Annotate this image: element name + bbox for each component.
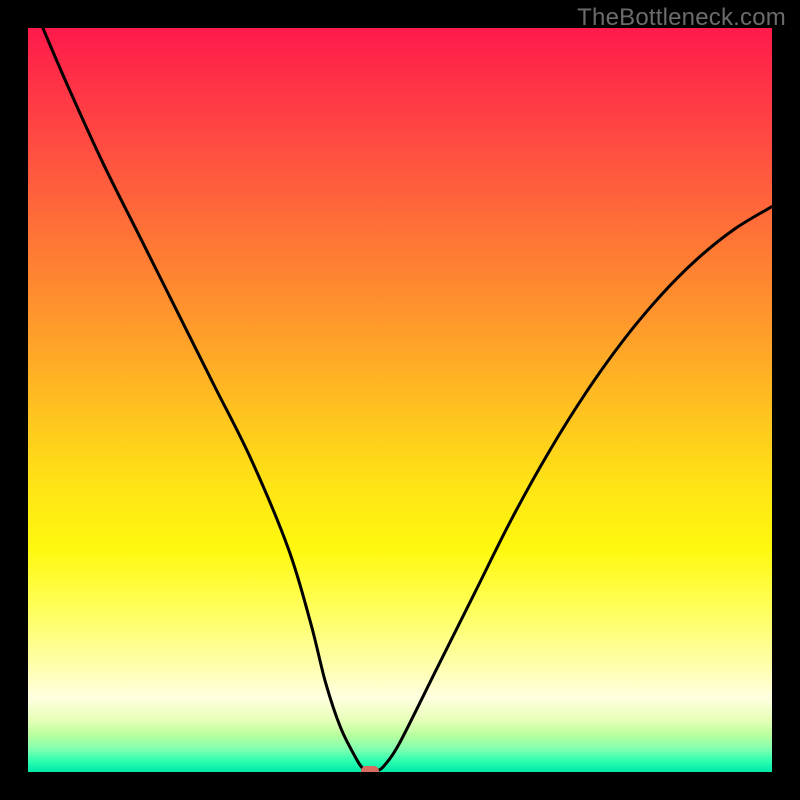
chart-frame: TheBottleneck.com: [0, 0, 800, 800]
plot-area: [28, 28, 772, 772]
bottleneck-curve: [43, 28, 772, 771]
curve-svg: [28, 28, 772, 772]
minimum-marker: [361, 766, 379, 773]
watermark-text: TheBottleneck.com: [577, 4, 786, 32]
